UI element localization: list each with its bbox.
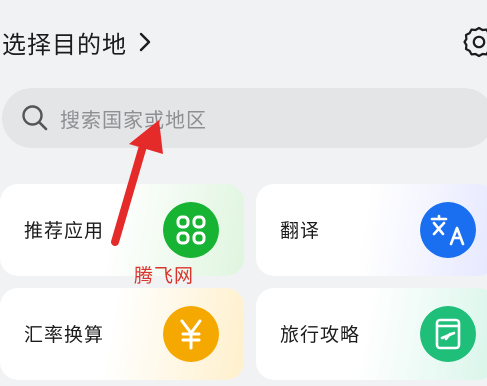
card-label: 翻译: [280, 220, 321, 242]
search-placeholder: 搜索国家或地区: [60, 107, 207, 132]
destination-title: 选择目的地: [2, 30, 127, 59]
card-label: 旅行攻略: [280, 324, 361, 346]
header: 选择目的地: [0, 20, 487, 64]
search-icon: [22, 105, 48, 131]
card-travel-guide[interactable]: 旅行攻略: [256, 288, 487, 380]
watermark-text: 腾飞网: [134, 265, 195, 287]
card-translate[interactable]: 翻译: [256, 184, 487, 276]
search-bar[interactable]: 搜索国家或地区: [2, 88, 487, 148]
card-currency-exchange[interactable]: 汇率换算: [0, 288, 244, 380]
chevron-right-icon: [139, 32, 151, 52]
guide-book-icon: [420, 306, 476, 362]
apps-grid-icon: [163, 202, 219, 258]
card-label: 汇率换算: [24, 324, 105, 346]
card-label: 推荐应用: [24, 220, 105, 242]
yen-icon: [163, 306, 219, 362]
destination-selector[interactable]: 选择目的地: [2, 20, 153, 64]
card-recommended-apps[interactable]: 推荐应用: [0, 184, 244, 276]
translate-icon: [420, 202, 476, 258]
gear-icon[interactable]: [462, 25, 487, 59]
